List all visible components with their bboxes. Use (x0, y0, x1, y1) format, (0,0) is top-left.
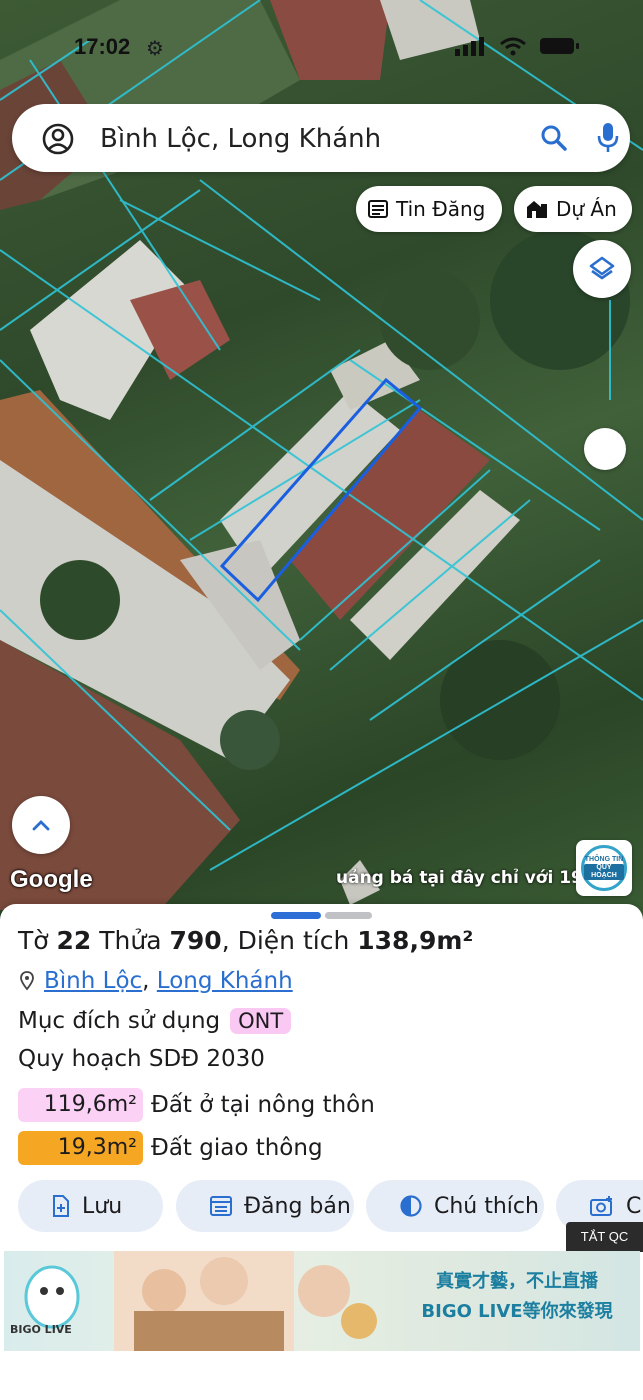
ad-brand: BIGO LIVE (10, 1323, 72, 1336)
capture-label: Ch (626, 1193, 643, 1219)
gear-icon: ⚙ (146, 36, 164, 60)
wifi-icon (500, 37, 526, 56)
parcel-title: Tờ 22 Thửa 790, Diện tích 138,9m² (18, 926, 474, 955)
news-listings-label: Tin Đăng (396, 197, 486, 221)
clock: 17:02 (74, 34, 131, 59)
projects-chip[interactable]: Dự Án (514, 186, 632, 232)
land-use-label: Đất ở tại nông thôn (151, 1092, 375, 1118)
sheet-number: 22 (56, 926, 92, 955)
layers-icon (589, 256, 615, 280)
purpose-code-badge: ONT (230, 1008, 292, 1034)
search-icon[interactable] (540, 124, 568, 152)
parcel-area: 138,9m² (357, 926, 474, 955)
action-buttons: Lưu Đăng bán Chú thích Ch (18, 1180, 643, 1234)
status-bar: 17:02 ⚙ (0, 28, 643, 68)
land-use-purpose: Mục đích sử dụng ONT (18, 1008, 292, 1034)
listing-icon (210, 1196, 232, 1216)
post-for-sale-button[interactable]: Đăng bán (176, 1180, 354, 1232)
ad-banner[interactable]: 真實才藝，不止直播 BIGO LIVE等你來發現 BIGO LIVE (4, 1251, 640, 1351)
account-icon[interactable] (42, 123, 74, 155)
land-use-label: Đất giao thông (151, 1135, 323, 1161)
camera-icon (590, 1196, 612, 1216)
planning-label: Quy hoạch SDĐ 2030 (18, 1046, 265, 1072)
map-layers-button[interactable] (573, 240, 631, 298)
location-pin-icon (20, 971, 34, 991)
expand-sheet-button[interactable] (12, 796, 70, 854)
ward-link[interactable]: Bình Lộc (44, 968, 142, 994)
google-logo: Google (10, 866, 93, 893)
legend-button[interactable]: Chú thích (366, 1180, 544, 1232)
signal-icon (455, 37, 484, 56)
purpose-label: Mục đích sử dụng (18, 1008, 221, 1034)
badge-line1: THÔNG TIN (584, 856, 624, 863)
parcel-location: Bình Lộc, Long Khánh (20, 968, 293, 994)
sheet-page-indicator-active (271, 912, 321, 919)
land-use-row: 119,6m² Đất ở tại nông thôn (18, 1088, 375, 1122)
battery-icon (540, 38, 579, 54)
plot-number: 790 (169, 926, 222, 955)
add-file-icon (53, 1195, 69, 1217)
city-link[interactable]: Long Khánh (157, 968, 293, 994)
planning-info-badge[interactable]: THÔNG TIN QUY HOẠCH (576, 840, 632, 896)
opacity-slider-handle[interactable] (584, 428, 626, 470)
legend-label: Chú thích (434, 1193, 539, 1219)
map-view[interactable]: 17:02 ⚙ Bình Lộc, Long Khánh Tin Đăng Dự… (0, 0, 643, 920)
building-icon (527, 201, 547, 218)
projects-label: Dự Án (556, 197, 617, 221)
badge-line2: QUY HOẠCH (584, 864, 624, 880)
search-bar[interactable]: Bình Lộc, Long Khánh (12, 104, 630, 172)
post-for-sale-label: Đăng bán (244, 1193, 351, 1219)
save-button[interactable]: Lưu (18, 1180, 163, 1232)
contrast-icon (400, 1195, 422, 1217)
ad-slogan: 真實才藝，不止直播 BIGO LIVE等你來發現 (421, 1271, 613, 1322)
mic-icon[interactable] (596, 122, 620, 154)
land-use-area: 119,6m² (18, 1088, 143, 1122)
save-label: Lưu (82, 1193, 123, 1219)
news-listings-chip[interactable]: Tin Đăng (356, 186, 502, 232)
map-ad-text: uảng bá tại đây chỉ với 19 (336, 868, 576, 888)
chevron-up-icon (32, 820, 50, 831)
land-use-row: 19,3m² Đất giao thông (18, 1131, 323, 1165)
sheet-page-indicator (325, 912, 372, 919)
land-use-area: 19,3m² (18, 1131, 143, 1165)
newspaper-icon (368, 200, 388, 218)
close-ad-button[interactable]: TẮT QC (566, 1222, 643, 1252)
search-input[interactable]: Bình Lộc, Long Khánh (100, 124, 381, 154)
